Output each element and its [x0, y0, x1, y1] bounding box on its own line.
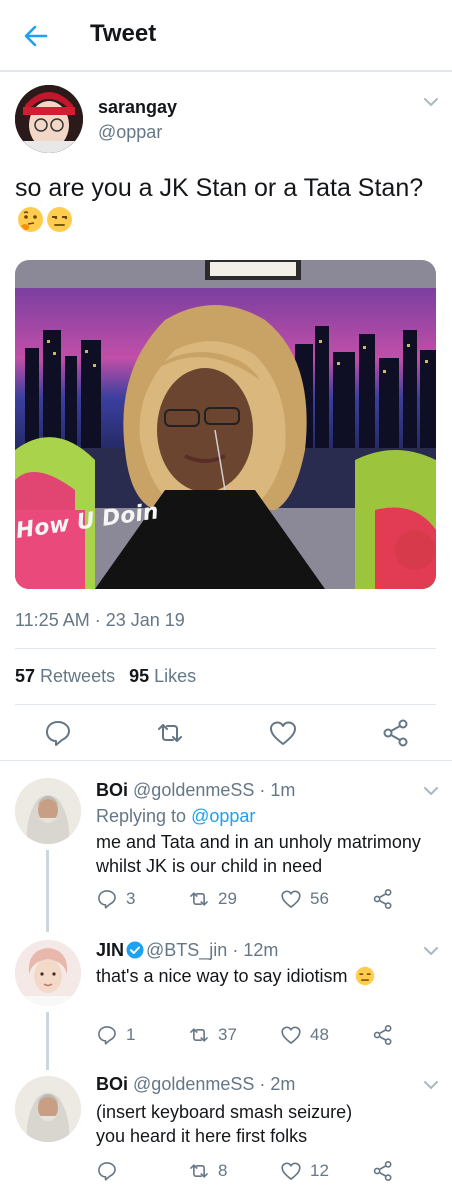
reply-button[interactable]: 3 [96, 888, 135, 910]
reply-actions: 3 29 56 [96, 888, 416, 912]
reply-author-handle[interactable]: @goldenmeSS [133, 1074, 254, 1094]
share-icon [373, 889, 392, 909]
reply-time: · 2m [259, 1074, 296, 1094]
tweet-media-image[interactable]: How U Doin [15, 260, 436, 589]
retweet-icon [190, 1028, 208, 1042]
back-arrow-icon[interactable] [22, 22, 50, 50]
page-title: Tweet [90, 20, 157, 47]
like-heart-icon [281, 890, 301, 908]
reply-text: me and Tata and in an unholy matrimony w… [96, 832, 421, 876]
share-button[interactable] [372, 1160, 402, 1182]
tweet-actions [0, 718, 452, 750]
share-button[interactable] [372, 1024, 402, 1046]
engagement-stats: 57 Retweets 95 Likes [15, 666, 196, 687]
reply-time: · 12m [232, 940, 279, 960]
reply-button[interactable] [96, 1160, 126, 1182]
author-avatar[interactable] [15, 85, 83, 153]
reply-author-name[interactable]: JIN [96, 940, 124, 960]
tweet-timestamp[interactable]: 11:25 AM · 23 Jan 19 [15, 610, 185, 631]
reply-actions: 1 37 48 [96, 1024, 416, 1048]
reply-author-name[interactable]: BOi [96, 1074, 128, 1094]
like-button[interactable]: 48 [280, 1024, 329, 1046]
tweet-text: so are you a JK Stan or a Tata Stan? [15, 172, 435, 238]
replying-to: Replying to @oppar [96, 806, 256, 826]
thinking-face-emoji [18, 207, 43, 232]
retweet-button[interactable]: 29 [188, 888, 237, 910]
like-button[interactable]: 12 [280, 1160, 329, 1182]
reply-actions: 8 12 [96, 1160, 416, 1184]
chevron-down-icon[interactable] [423, 1080, 439, 1090]
chevron-down-icon[interactable] [423, 946, 439, 956]
reply-icon [98, 1026, 116, 1045]
like-button[interactable]: 56 [280, 888, 329, 910]
share-icon[interactable] [381, 718, 411, 748]
author-handle[interactable]: @oppar [98, 122, 162, 143]
reply-author-handle[interactable]: @BTS_jin [146, 940, 227, 960]
share-icon [373, 1161, 392, 1181]
divider [15, 648, 436, 649]
reply-header: JIN @BTS_jin · 12m [96, 940, 278, 961]
like-heart-icon [281, 1162, 301, 1180]
reply-icon [98, 890, 116, 909]
retweet-icon [190, 892, 208, 906]
reply-author-name[interactable]: BOi [96, 780, 128, 800]
like-heart-icon[interactable] [268, 718, 298, 748]
divider [15, 704, 436, 705]
replying-to-link[interactable]: @oppar [191, 806, 255, 826]
author-name[interactable]: sarangay [98, 97, 177, 118]
divider [0, 760, 452, 761]
reply-text: (insert keyboard smash seizure) you hear… [96, 1102, 353, 1146]
reply-header: BOi @goldenmeSS · 2m [96, 1074, 295, 1095]
like-heart-icon [281, 1026, 301, 1044]
share-button[interactable] [372, 888, 402, 910]
reply-author-handle[interactable]: @goldenmeSS [133, 780, 254, 800]
chevron-down-icon[interactable] [423, 786, 439, 796]
reply-avatar[interactable] [15, 1076, 81, 1142]
chevron-down-icon[interactable] [423, 97, 439, 107]
retweets-link[interactable]: 57 Retweets [15, 666, 115, 686]
unamused-face-emoji [47, 207, 72, 232]
share-icon [373, 1025, 392, 1045]
reply-button[interactable]: 1 [96, 1024, 135, 1046]
unamused-face-emoji [355, 966, 374, 986]
reply-avatar[interactable] [15, 940, 81, 1006]
thread-line [46, 1012, 49, 1070]
likes-link[interactable]: 95 Likes [129, 666, 196, 686]
reply-header: BOi @goldenmeSS · 1m [96, 780, 295, 801]
verified-badge-icon [126, 941, 144, 959]
reply-avatar[interactable] [15, 778, 81, 844]
top-bar: Tweet [0, 0, 452, 72]
reply-text: that's a nice way to say idiotism [96, 964, 441, 988]
reply-time: · 1m [259, 780, 296, 800]
retweet-icon[interactable] [155, 718, 185, 748]
retweet-button[interactable]: 37 [188, 1024, 237, 1046]
reply-icon[interactable] [43, 718, 73, 748]
thread-line [46, 850, 49, 932]
retweet-button[interactable]: 8 [188, 1160, 227, 1182]
retweet-icon [190, 1164, 208, 1178]
reply-icon [98, 1162, 116, 1181]
